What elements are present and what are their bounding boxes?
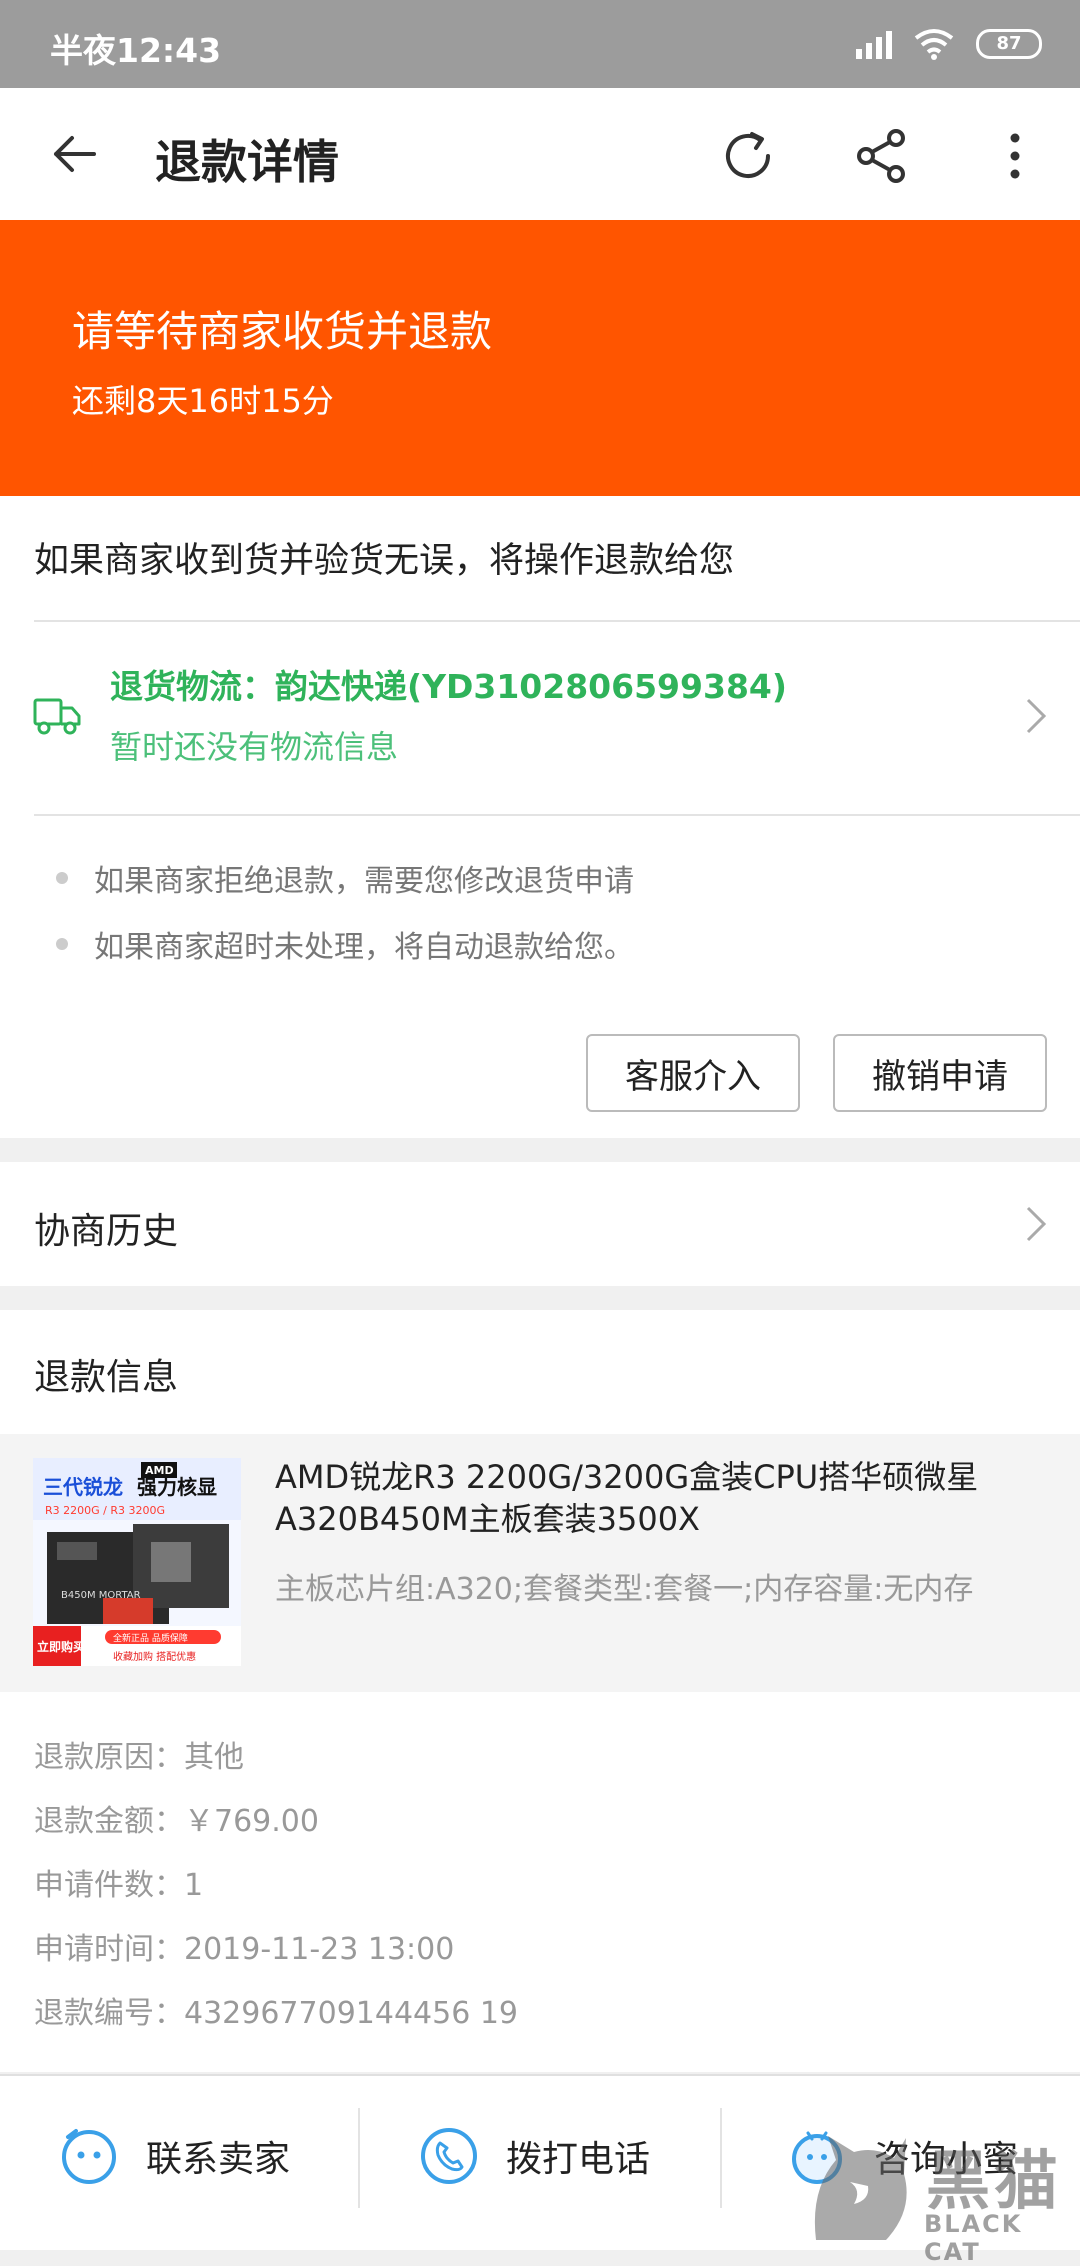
row-label: 退款原因： — [34, 1740, 184, 1775]
thumb-badge2: 收藏加购 搭配优惠 — [113, 1650, 196, 1663]
row-label: 退款编号： — [34, 1996, 184, 2031]
cancel-request-button[interactable]: 撤销申请 — [833, 1034, 1047, 1112]
divider — [34, 620, 1080, 622]
product-spec: 主板芯片组:A320;套餐类型:套餐一;内存容量:无内存 — [275, 1572, 974, 1607]
status-bar: 半夜12:43 87 — [0, 0, 1080, 88]
refund-info-card: 退款信息 三代锐龙 强力核显 R3 2200G / R3 3200G AMD B… — [0, 1310, 1080, 2072]
refund-amount-row: 退款金额：￥769.00 — [34, 1796, 319, 1840]
row-value: ￥769.00 — [184, 1804, 319, 1839]
refund-notice: 如果商家收到货并验货无误，将操作退款给您 — [34, 541, 735, 581]
status-icons: 87 — [856, 28, 1042, 60]
page-title: 退款详情 — [155, 135, 339, 189]
chevron-right-icon — [1026, 698, 1047, 734]
app-bar: 退款详情 — [0, 88, 1080, 220]
divider — [720, 2108, 722, 2208]
row-label: 申请件数： — [34, 1868, 184, 1903]
product-item[interactable]: 三代锐龙 强力核显 R3 2200G / R3 3200G AMD B450M … — [0, 1434, 1080, 1692]
bullet-icon — [56, 938, 68, 950]
quantity-row: 申请件数：1 — [34, 1860, 203, 1904]
row-value: 2019-11-23 13:00 — [184, 1932, 455, 1967]
divider — [358, 2108, 360, 2208]
refund-reason-row: 退款原因：其他 — [34, 1732, 244, 1776]
watermark-text: 黑猫 — [926, 2145, 1062, 2219]
row-label: 退款金额： — [34, 1804, 184, 1839]
refund-number-row: 退款编号：432967709144456 19 — [34, 1988, 518, 2032]
tip-text: 如果商家拒绝退款，需要您修改退货申请 — [94, 864, 634, 899]
watermark: 黑猫 BLACK CAT — [806, 2130, 1080, 2266]
share-icon[interactable] — [852, 126, 912, 186]
truck-icon — [33, 698, 81, 735]
thumb-brand: AMD — [145, 1464, 174, 1477]
apply-time-row: 申请时间：2019-11-23 13:00 — [34, 1924, 454, 1968]
tip-text: 如果商家超时未处理，将自动退款给您。 — [94, 930, 634, 965]
call-phone-label: 拨打电话 — [506, 2139, 651, 2180]
countdown-text: 还剩8天16时15分 — [72, 382, 334, 420]
refund-progress-card: 如果商家收到货并验货无误，将操作退款给您 退货物流：韵达快递(YD3102806… — [0, 496, 1080, 1138]
watermark-sub: BLACK CAT — [924, 2210, 1023, 2266]
more-options-icon[interactable] — [1000, 126, 1030, 186]
thumb-headline: 三代锐龙 — [43, 1475, 123, 1499]
history-label: 协商历史 — [34, 1211, 179, 1252]
cat-logo-icon — [814, 2136, 907, 2240]
thumb-slogan: 强力核显 — [137, 1475, 217, 1499]
refund-status-banner: 请等待商家收货并退款 还剩8天16时15分 — [0, 220, 1080, 496]
customer-service-button[interactable]: 客服介入 — [586, 1034, 800, 1112]
product-thumbnail: 三代锐龙 强力核显 R3 2200G / R3 3200G AMD B450M … — [33, 1458, 241, 1666]
signal-icon — [856, 29, 892, 59]
banner-title: 请等待商家收货并退款 — [72, 307, 493, 356]
refresh-icon[interactable] — [718, 126, 778, 186]
logistics-status: 暂时还没有物流信息 — [110, 728, 399, 766]
product-name: AMD锐龙R3 2200G/3200G盒装CPU搭华硕微星A320B450M主板… — [275, 1458, 979, 1538]
product-image: 三代锐龙 强力核显 R3 2200G / R3 3200G AMD B450M … — [33, 1458, 241, 1666]
negotiation-history-row[interactable]: 协商历史 — [0, 1162, 1080, 1286]
row-value: 1 — [184, 1868, 204, 1903]
battery-indicator: 87 — [976, 29, 1042, 59]
status-time: 半夜12:43 — [50, 31, 222, 70]
row-value: 其他 — [184, 1740, 244, 1775]
row-value: 432967709144456 19 — [184, 1996, 519, 2031]
divider — [34, 814, 1080, 816]
row-label: 申请时间： — [34, 1932, 184, 1967]
phone-icon — [421, 2128, 477, 2184]
chat-face-icon — [62, 2129, 116, 2184]
call-phone-button[interactable]: 拨打电话 — [418, 2116, 650, 2196]
thumb-badge1: 全新正品 品质保障 — [113, 1632, 188, 1644]
bullet-icon — [56, 872, 68, 884]
thumb-cta: 立即购买 — [37, 1639, 85, 1654]
contact-seller-button[interactable]: 联系卖家 — [58, 2116, 290, 2196]
tip-item: 如果商家拒绝退款，需要您修改退货申请 — [56, 856, 634, 900]
contact-seller-label: 联系卖家 — [146, 2139, 291, 2180]
section-title: 退款信息 — [34, 1357, 179, 1398]
tip-item: 如果商家超时未处理，将自动退款给您。 — [56, 922, 634, 966]
wifi-icon — [914, 29, 954, 60]
back-arrow-icon[interactable] — [46, 126, 102, 182]
thumb-model: R3 2200G / R3 3200G — [45, 1504, 165, 1517]
logistics-title: 退货物流：韵达快递(YD3102806599384) — [110, 667, 787, 706]
chevron-right-icon — [1026, 1206, 1047, 1242]
